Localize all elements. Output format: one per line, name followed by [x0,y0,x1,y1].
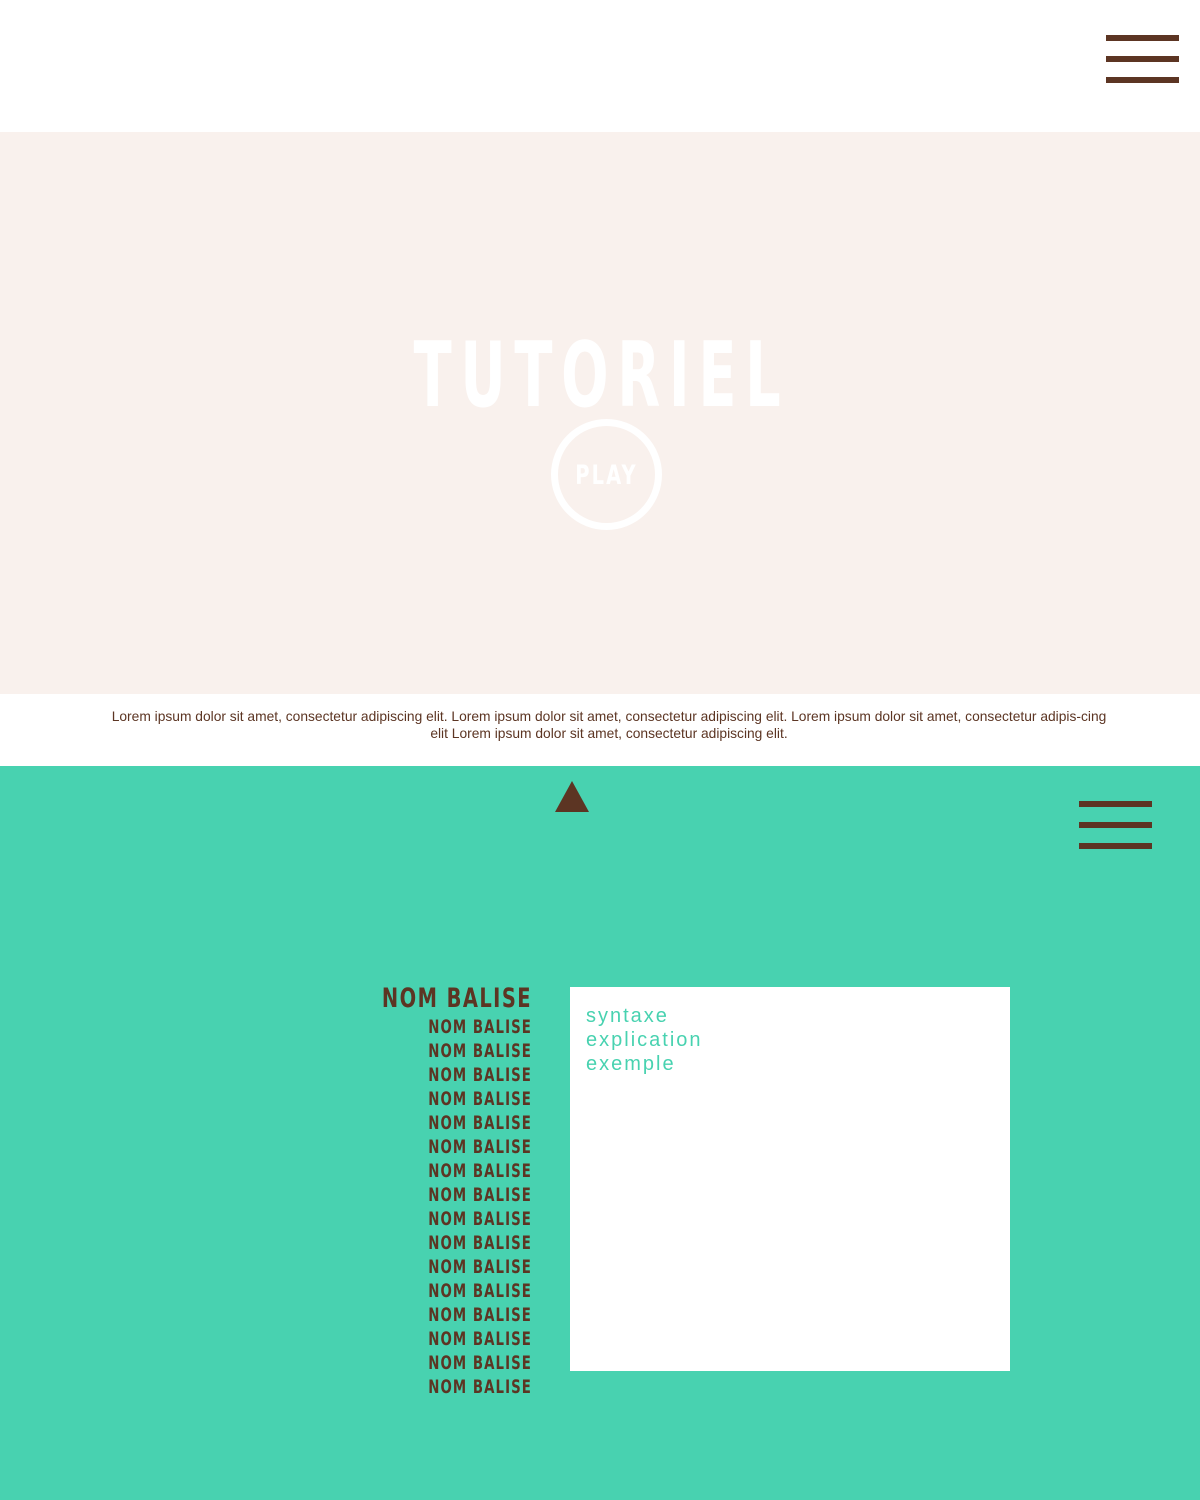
tag-item[interactable]: NOM BALISE [365,1088,532,1112]
detail-syntax: syntaxe [586,1005,669,1027]
tag-item[interactable]: NOM BALISE [365,1112,532,1136]
tag-item[interactable]: NOM BALISE [365,1136,532,1160]
tag-item[interactable]: NOM BALISE [365,1352,532,1376]
tag-item[interactable]: NOM BALISE [365,1256,532,1280]
tag-item[interactable]: NOM BALISE [365,1184,532,1208]
tag-item[interactable]: NOM BALISE [365,1280,532,1304]
detail-example: exemple [586,1053,676,1075]
tag-detail-panel: syntaxe explication exemple [570,987,1010,1371]
tag-item[interactable]: NOM BALISE [365,1304,532,1328]
menu-bar [1106,77,1179,83]
tag-item[interactable]: NOM BALISE [365,1328,532,1352]
triangle-up-icon[interactable] [555,781,589,812]
hero-title: TUTORIEL [413,323,790,428]
hero-section: TUTORIEL PLAY [0,132,1200,694]
tag-item[interactable]: NOM BALISE [365,1064,532,1088]
tag-item[interactable]: NOM BALISE [365,1160,532,1184]
tag-item[interactable]: NOM BALISE [365,1232,532,1256]
tag-item[interactable]: NOM BALISE [365,1208,532,1232]
hamburger-menu-icon[interactable] [1079,801,1152,850]
tag-list: NOM BALISE NOM BALISE NOM BALISE NOM BALISE… [300,984,532,1400]
menu-bar [1106,56,1179,62]
play-button[interactable]: PLAY [551,419,662,530]
intro-text: Lorem ipsum dolor sit amet, consectetur … [111,709,1107,741]
play-label: PLAY [575,460,638,491]
detail-explanation: explication [586,1029,703,1051]
menu-bar [1079,822,1152,828]
tags-section: NOM BALISE NOM BALISE NOM BALISE NOM BALISE… [0,766,1200,1500]
tag-item[interactable]: NOM BALISE [365,1376,532,1400]
tag-item[interactable]: NOM BALISE [365,1016,532,1040]
tag-item[interactable]: NOM BALISE [365,984,532,1014]
menu-bar [1079,801,1152,807]
tag-item[interactable]: NOM BALISE [365,1040,532,1064]
menu-bar [1079,843,1152,849]
menu-bar [1106,35,1179,41]
hamburger-menu-icon[interactable] [1106,35,1179,84]
